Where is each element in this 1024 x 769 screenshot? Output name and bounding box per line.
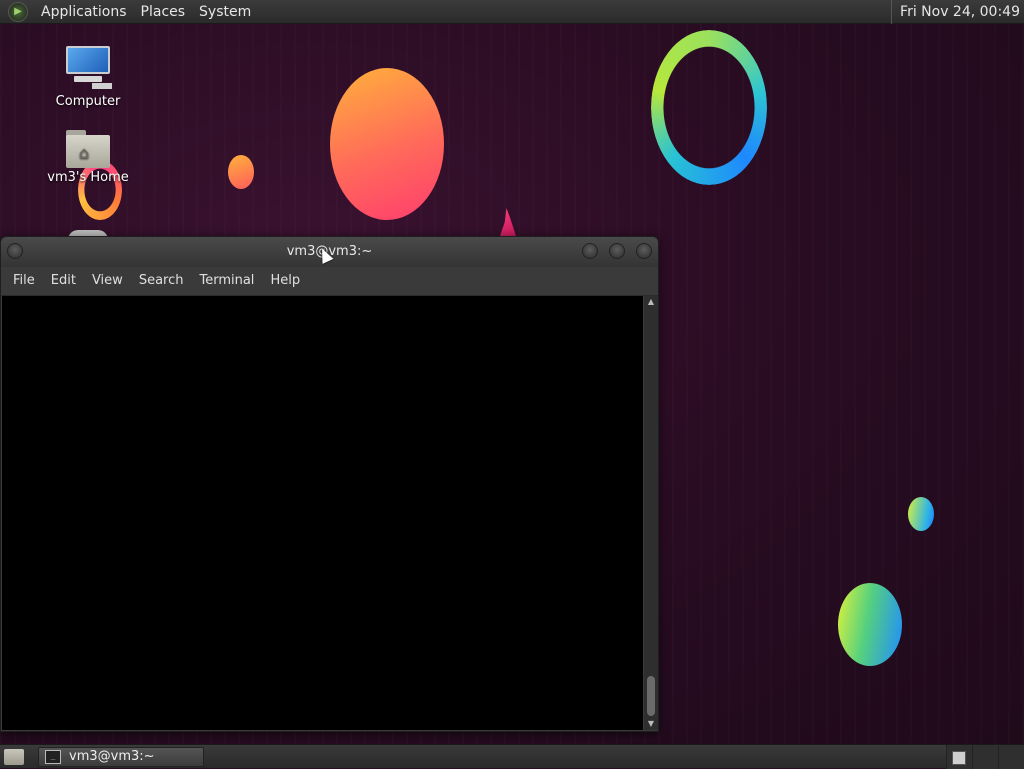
menu-view[interactable]: View	[84, 267, 131, 295]
workspace-1[interactable]	[946, 744, 972, 769]
close-button[interactable]	[636, 243, 652, 259]
menu-help[interactable]: Help	[262, 267, 308, 295]
bottom-panel: _ vm3@vm3:~	[0, 744, 1024, 769]
panel-clock[interactable]: Fri Nov 24, 00:49	[891, 0, 1024, 24]
menu-terminal[interactable]: Terminal	[191, 267, 262, 295]
menu-system[interactable]: System	[192, 0, 258, 24]
terminal-output[interactable]	[2, 296, 643, 730]
show-desktop-icon[interactable]	[4, 748, 24, 765]
decor-gradient-ring	[651, 30, 767, 185]
taskbar-item-terminal[interactable]: _ vm3@vm3:~	[38, 746, 204, 767]
scrollbar-thumb[interactable]	[647, 676, 655, 716]
desktop-icon-home[interactable]: ⌂ vm3's Home	[43, 130, 133, 185]
menu-search[interactable]: Search	[131, 267, 192, 295]
decor-green-blob	[838, 583, 902, 666]
desktop-icon-computer[interactable]: Computer	[43, 46, 133, 109]
workspace-2[interactable]	[972, 744, 998, 769]
terminal-menubar: File Edit View Search Terminal Help	[1, 267, 658, 296]
menu-logo-icon[interactable]: ▶	[8, 1, 28, 22]
terminal-scrollbar[interactable]: ▲ ▼	[644, 296, 658, 730]
desktop-icon-label: Computer	[55, 94, 121, 109]
decor-orange-dot	[228, 155, 254, 189]
scroll-down-icon[interactable]: ▼	[644, 718, 658, 730]
terminal-icon: _	[45, 749, 61, 764]
maximize-button[interactable]	[609, 243, 625, 259]
minimize-button[interactable]	[582, 243, 598, 259]
taskbar-item-label: vm3@vm3:~	[69, 749, 155, 764]
decor-orange-blob	[330, 68, 444, 220]
menu-edit[interactable]: Edit	[43, 267, 84, 295]
terminal-window: vm3@vm3:~ File Edit View Search Terminal…	[0, 236, 659, 732]
decor-green-dot	[908, 497, 934, 531]
menu-file[interactable]: File	[5, 267, 43, 295]
menu-places[interactable]: Places	[134, 0, 193, 24]
desktop-icon-label: vm3's Home	[47, 170, 129, 185]
top-panel: ▶ Applications Places System Fri Nov 24,…	[0, 0, 1024, 24]
workspace-switcher	[946, 744, 1024, 769]
computer-icon	[64, 46, 112, 89]
scroll-up-icon[interactable]: ▲	[644, 296, 658, 308]
menu-applications[interactable]: Applications	[34, 0, 134, 24]
workspace-3[interactable]	[998, 744, 1024, 769]
home-folder-icon: ⌂	[66, 130, 110, 168]
